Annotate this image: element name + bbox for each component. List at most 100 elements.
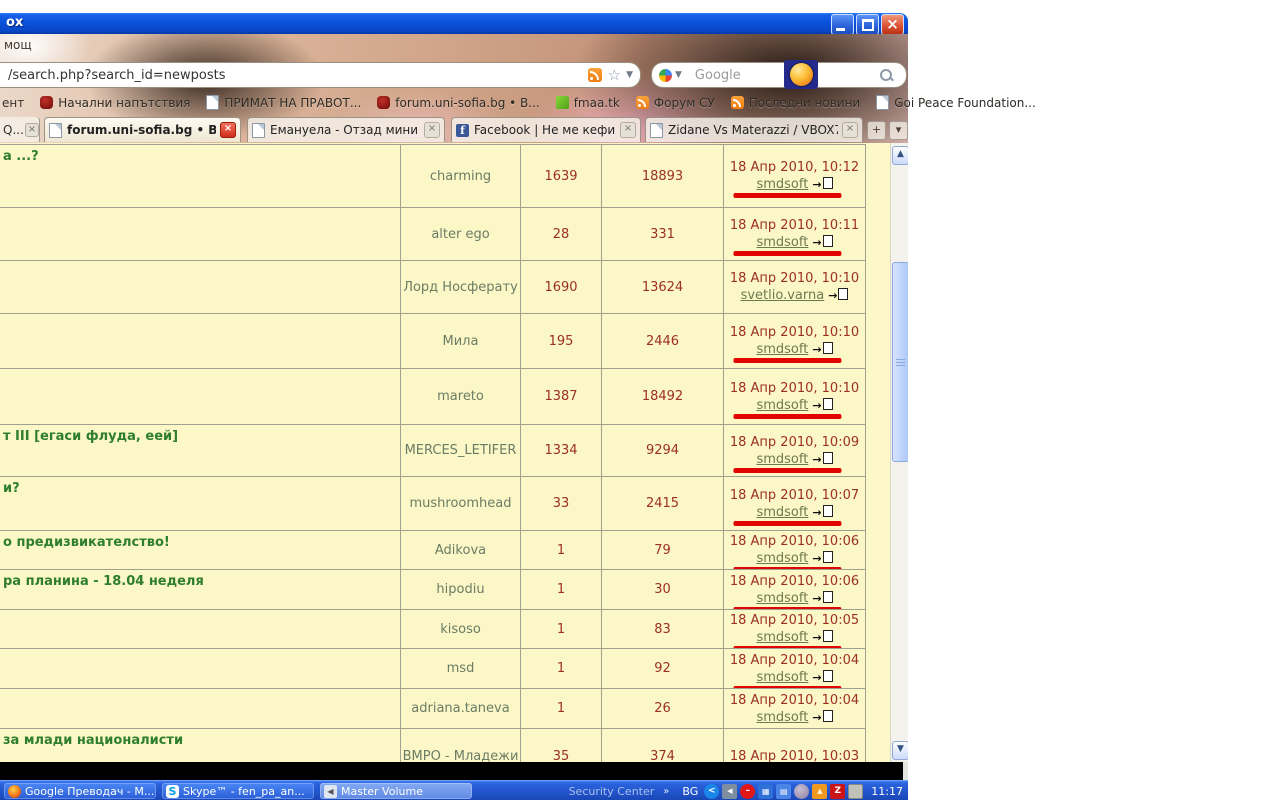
author-link[interactable]: charming [401,145,521,207]
list-tabs-icon[interactable]: ▾ [889,121,908,140]
goto-post-arrow-icon[interactable]: → [812,671,821,684]
topic-title-link[interactable] [0,208,401,260]
scrollbar-thumb[interactable] [892,262,908,462]
goto-post-page-icon[interactable] [823,452,833,464]
goto-post-page-icon[interactable] [823,551,833,563]
goto-post-page-icon[interactable] [823,177,833,189]
tray-generic-icon[interactable] [848,784,863,799]
goto-post-arrow-icon[interactable]: → [812,453,821,466]
window-titlebar[interactable]: ox [0,13,908,34]
minimize-button[interactable] [831,14,854,35]
bookmark-item[interactable]: Начални напътствия [40,96,190,110]
language-indicator[interactable]: BG [682,785,698,798]
author-link[interactable]: mareto [401,369,521,424]
tab-close-icon[interactable]: × [620,122,636,138]
topic-title-link[interactable] [0,689,401,728]
java-icon[interactable] [812,784,827,799]
last-poster-link[interactable]: smdsoft [756,710,808,725]
zonealarm-icon[interactable] [830,784,845,799]
search-bar[interactable]: ▼ Google [651,62,907,88]
scroll-up-icon[interactable]: ▲ [892,146,908,165]
close-button[interactable] [881,14,904,35]
messenger-icon[interactable] [704,784,719,799]
goto-post-arrow-icon[interactable]: → [812,552,821,565]
topic-title-link[interactable] [0,369,401,424]
tab[interactable]: Zidane Vs Materazzi / VBOX7 × [645,117,863,142]
goto-post-arrow-icon[interactable]: → [812,506,821,519]
tab-close-icon[interactable]: × [842,122,858,138]
bookmark-item[interactable]: fmaa.tk [556,96,620,110]
goto-post-arrow-icon[interactable]: → [812,631,821,644]
last-poster-link[interactable]: smdsoft [756,630,808,645]
topic-title-link[interactable] [0,314,401,368]
bookmark-item[interactable]: Последни новини [731,96,860,110]
goto-post-page-icon[interactable] [823,670,833,682]
author-link[interactable]: Adikova [401,531,521,569]
bookmark-star-icon[interactable]: ☆ [608,68,621,82]
goto-post-arrow-icon[interactable]: → [812,178,821,191]
media-icon[interactable] [794,784,809,799]
menu-item-help[interactable]: мощ [4,38,32,52]
search-icon[interactable] [880,69,892,81]
topic-title-link[interactable]: ра планина - 18.04 неделя [0,570,401,609]
vertical-scrollbar[interactable]: ▲ ▼ [890,143,908,762]
taskbar-button[interactable]: ◀ Master Volume [320,783,472,799]
tab[interactable]: Емануела - Отзад мини ( оф... × [247,117,445,142]
url-bar[interactable]: /search.php?search_id=newposts ☆ ▼ [0,62,641,88]
author-link[interactable]: hipodiu [401,570,521,609]
author-link[interactable]: msd [401,649,521,688]
last-poster-link[interactable]: smdsoft [756,505,808,520]
goto-post-arrow-icon[interactable]: → [812,592,821,605]
topic-title-link[interactable] [0,261,401,313]
url-text[interactable]: /search.php?search_id=newposts [0,68,588,83]
author-link[interactable]: MERCES_LETIFER [401,425,521,476]
bookmarks-overflow-icon[interactable]: » [897,96,904,110]
lan-icon[interactable] [776,784,791,799]
goto-post-page-icon[interactable] [823,505,833,517]
goto-post-arrow-icon[interactable]: → [812,711,821,724]
topic-title-link[interactable]: за млади националисти [0,729,401,762]
last-poster-link[interactable]: smdsoft [756,670,808,685]
goto-post-page-icon[interactable] [838,288,848,300]
tab-close-icon[interactable]: × [25,123,39,137]
last-poster-link[interactable]: smdsoft [756,452,808,467]
last-poster-link[interactable]: smdsoft [756,235,808,250]
topic-title-link[interactable] [0,610,401,648]
goto-post-page-icon[interactable] [823,398,833,410]
topic-title-link[interactable]: о предизвикателство! [0,531,401,569]
taskbar-button[interactable]: Google Преводач - M... [4,783,156,799]
goto-post-page-icon[interactable] [823,630,833,642]
author-link[interactable]: ВМРО - Младежи [401,729,521,762]
author-link[interactable]: adriana.taneva [401,689,521,728]
blocked-icon[interactable] [740,784,755,799]
last-poster-link[interactable]: svetlio.varna [741,288,825,303]
bookmark-item[interactable]: Форум СУ [636,96,715,110]
scroll-down-icon[interactable]: ▼ [892,741,908,760]
author-link[interactable]: alter ego [401,208,521,260]
author-link[interactable]: mushroomhead [401,477,521,530]
bookmark-item[interactable]: forum.uni-sofia.bg • В... [377,96,539,110]
goto-post-page-icon[interactable] [823,342,833,354]
tray-volume-icon[interactable] [722,784,737,799]
goto-post-page-icon[interactable] [823,710,833,722]
goto-post-page-icon[interactable] [823,235,833,247]
network-icon[interactable] [758,784,773,799]
tab[interactable]: forum.uni-sofia.bg • Виж... × [44,117,241,142]
search-engine-dropdown-icon[interactable]: ▼ [675,70,682,80]
author-link[interactable]: Лорд Носферату [401,261,521,313]
restore-button[interactable] [856,14,879,35]
goto-post-arrow-icon[interactable]: → [812,399,821,412]
author-link[interactable]: kisoso [401,610,521,648]
bookmark-fragment[interactable]: ент [2,96,24,110]
goto-post-page-icon[interactable] [823,591,833,603]
last-poster-link[interactable]: smdsoft [756,398,808,413]
topic-title-link[interactable]: и? [0,477,401,530]
rss-icon[interactable] [588,68,602,82]
last-poster-link[interactable]: smdsoft [756,342,808,357]
goto-post-arrow-icon[interactable]: → [812,343,821,356]
goto-post-arrow-icon[interactable]: → [812,236,821,249]
goto-post-arrow-icon[interactable]: → [828,289,837,302]
last-poster-link[interactable]: smdsoft [756,551,808,566]
last-poster-link[interactable]: smdsoft [756,591,808,606]
url-dropdown-icon[interactable]: ▼ [626,70,633,80]
